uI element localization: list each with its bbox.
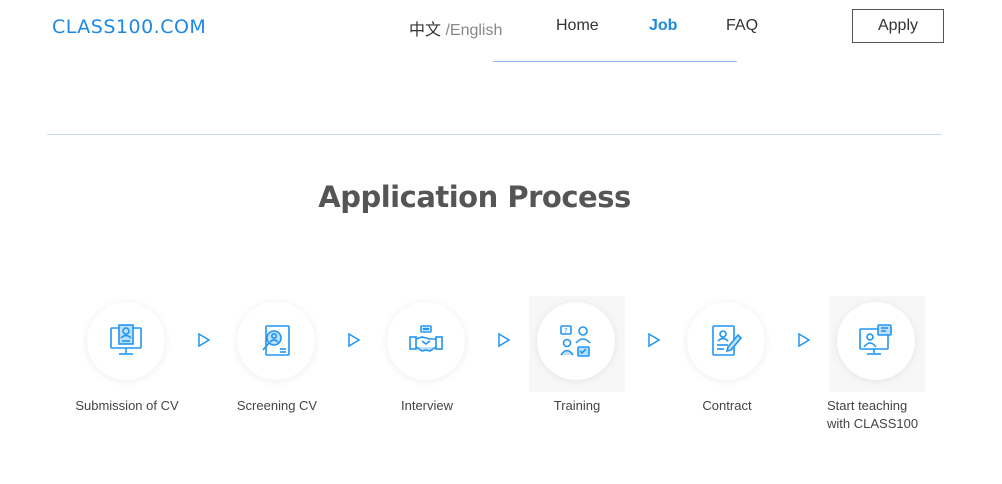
step-contract: Contract (677, 290, 797, 440)
step-circle (387, 302, 465, 380)
step-circle (687, 302, 765, 380)
step-label: Contract (702, 398, 752, 413)
step-interview: Interview (377, 290, 497, 440)
step-screening-cv: Screening CV (227, 290, 347, 440)
lang-en-link[interactable]: English (450, 22, 502, 39)
step-training: ? Training (527, 290, 647, 440)
arrow-right-icon (348, 332, 361, 348)
language-switch: 中文 /English (409, 16, 502, 40)
divider (47, 134, 942, 135)
step-start-teaching: Start teaching with CLASS100 (827, 290, 947, 440)
nav-underline (493, 61, 737, 62)
step-label-line1: Start teaching (827, 398, 908, 413)
arrow-right-icon (798, 332, 811, 348)
step-label-line2: with CLASS100 (827, 416, 919, 431)
teaching-monitor-icon (859, 324, 892, 355)
step-label: Start teaching with CLASS100 (827, 397, 947, 433)
logo[interactable]: CLASS100.COM (52, 16, 206, 38)
lang-zh-link[interactable]: 中文 (409, 20, 441, 39)
step-circle (87, 302, 165, 380)
nav-home[interactable]: Home (556, 17, 599, 35)
magnifier-document-icon (262, 325, 290, 356)
nav-faq[interactable]: FAQ (726, 17, 758, 35)
apply-button[interactable]: Apply (852, 9, 944, 43)
step-circle (837, 302, 915, 380)
arrow-right-icon (498, 332, 511, 348)
training-people-icon: ? (560, 325, 591, 357)
arrow-right-icon (648, 332, 661, 348)
process-steps: Submission of CV Screening CV Interview … (0, 290, 1002, 450)
svg-text:?: ? (564, 327, 568, 335)
header: CLASS100.COM 中文 /English Home Job FAQ Ap… (0, 0, 1002, 64)
step-circle: ? (537, 302, 615, 380)
contract-pen-icon (712, 325, 743, 356)
lang-separator: / (441, 22, 450, 39)
step-circle (237, 302, 315, 380)
section-title: Application Process (318, 180, 631, 214)
handshake-icon (409, 325, 443, 352)
step-submission-of-cv: Submission of CV (75, 290, 197, 440)
cv-monitor-icon (110, 324, 142, 355)
arrow-right-icon (198, 332, 211, 348)
nav-job[interactable]: Job (649, 17, 677, 35)
